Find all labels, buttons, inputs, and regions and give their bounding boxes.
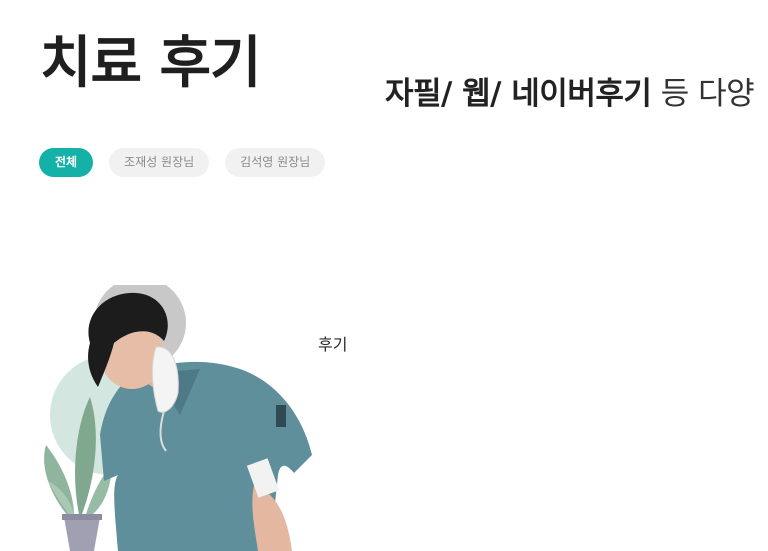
review-thumbnail-image[interactable] [40, 285, 330, 551]
subtitle-strong: 자필/ 웹/ 네이버후기 [385, 76, 652, 112]
tab-doctor-kim[interactable]: 김석영 원장님 [225, 148, 326, 177]
page-subtitle: 자필/ 웹/ 네이버후기 등 다양 [385, 72, 755, 116]
review-card[interactable]: 후기 [40, 285, 370, 551]
page-title: 치료 후기 [40, 31, 262, 96]
subtitle-light: 등 다양 [660, 76, 755, 112]
review-caption[interactable]: 후기 [318, 331, 347, 355]
tab-all[interactable]: 전체 [39, 148, 94, 177]
filter-tabs: 전체 조재성 원장님 김석영 원장님 [39, 148, 326, 177]
tab-doctor-jo[interactable]: 조재성 원장님 [109, 148, 210, 177]
